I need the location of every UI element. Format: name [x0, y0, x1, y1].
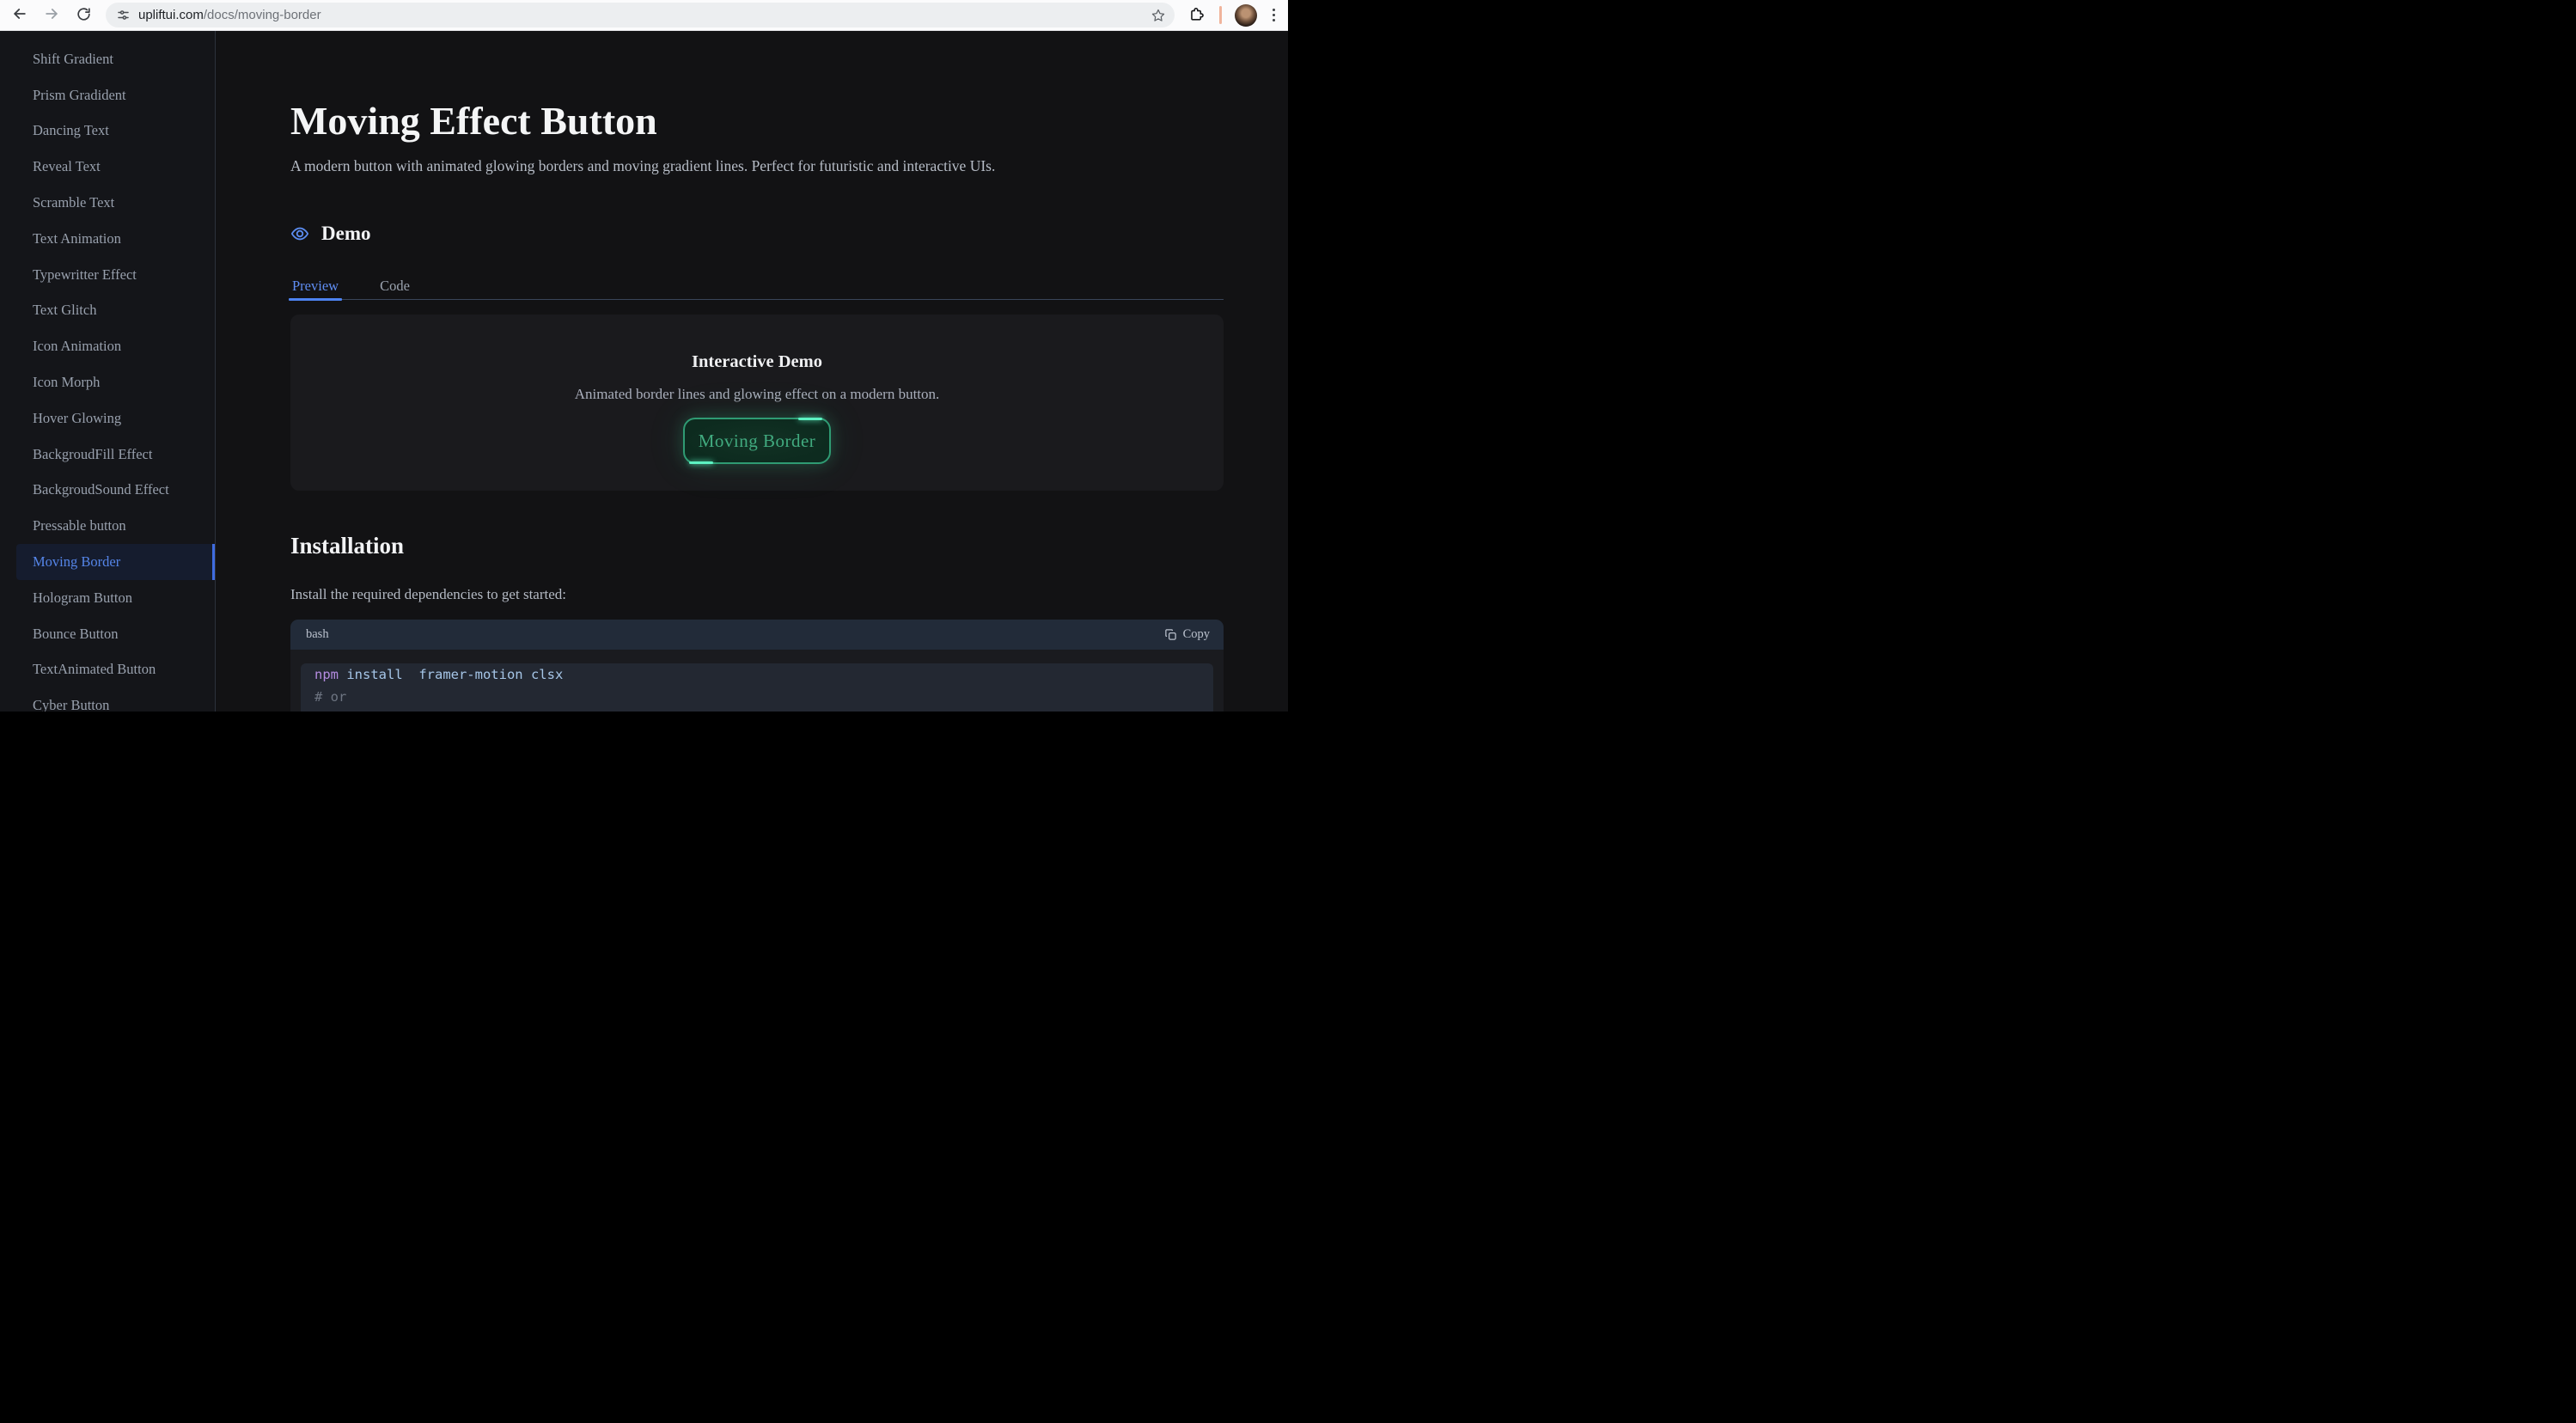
copy-button[interactable]: Copy — [1164, 627, 1210, 642]
page-subtitle: A modern button with animated glowing bo… — [290, 157, 1224, 175]
sidebar-item[interactable]: Bounce Button — [0, 616, 215, 652]
sidebar-item[interactable]: BackgroudSound Effect — [0, 473, 215, 509]
sidebar-item[interactable]: Text Glitch — [0, 293, 215, 329]
sidebar-item-label: Icon Animation — [33, 338, 121, 355]
back-button[interactable] — [10, 6, 29, 25]
browser-toolbar: upliftui.com/docs/moving-border — [0, 0, 1288, 31]
sidebar-item[interactable]: Moving Border — [16, 544, 215, 580]
back-icon — [11, 5, 28, 25]
sidebar-item[interactable]: Shift Gradient — [0, 41, 215, 77]
demo-preview-panel: Interactive Demo Animated border lines a… — [290, 315, 1224, 491]
installation-heading: Installation — [290, 533, 1224, 559]
sidebar-item-label: Hover Glowing — [33, 410, 121, 427]
reload-button[interactable] — [74, 6, 93, 25]
forward-icon — [43, 5, 60, 25]
extensions-button[interactable] — [1187, 6, 1206, 25]
sidebar-item-label: Cyber Button — [33, 697, 109, 712]
demo-panel-heading: Interactive Demo — [692, 352, 822, 372]
sidebar-item-label: Scramble Text — [33, 194, 114, 211]
sidebar-item-label: Text Animation — [33, 230, 121, 247]
code-token-rest: install framer-motion clsx — [339, 667, 563, 682]
sidebar: Shift Gradient Prism Gradident Dancing T… — [0, 31, 216, 712]
sidebar-item-label: Prism Gradident — [33, 87, 126, 104]
sidebar-item[interactable]: Cyber Button — [0, 687, 215, 712]
sidebar-item[interactable]: Icon Animation — [0, 328, 215, 364]
sidebar-item[interactable]: BackgroudFill Effect — [0, 437, 215, 473]
code-block-body: npm install framer-motion clsx # or pnpm… — [290, 650, 1224, 712]
sidebar-item[interactable]: Dancing Text — [0, 113, 215, 150]
sidebar-item[interactable]: Text Animation — [0, 221, 215, 257]
sidebar-item[interactable]: Typewritter Effect — [0, 257, 215, 293]
reload-icon — [76, 6, 92, 25]
sidebar-item-label: Dancing Text — [33, 122, 109, 139]
address-bar[interactable]: upliftui.com/docs/moving-border — [106, 3, 1175, 27]
url-host: upliftui.com — [138, 8, 204, 22]
installation-intro: Install the required dependencies to get… — [290, 586, 1224, 603]
code-token-lead: npm — [314, 667, 339, 682]
kebab-menu-icon — [1273, 9, 1276, 12]
install-code-block: bash Copy npm install framer-motion clsx — [290, 620, 1224, 712]
sidebar-item[interactable]: Hover Glowing — [0, 400, 215, 437]
sidebar-item-label: TextAnimated Button — [33, 661, 156, 678]
demo-tabs: Preview Code — [290, 273, 1224, 300]
sidebar-item-label: Text Glitch — [33, 302, 96, 319]
demo-panel-description: Animated border lines and glowing effect… — [575, 386, 940, 403]
profile-theme-divider — [1219, 6, 1222, 24]
tab-preview[interactable]: Preview — [290, 273, 340, 299]
moving-border-button[interactable]: Moving Border — [683, 418, 831, 464]
moving-border-segment-top — [798, 418, 822, 420]
sidebar-item[interactable]: Reveal Text — [0, 149, 215, 185]
main-content: Moving Effect Button A modern button wit… — [216, 31, 1288, 712]
sidebar-item[interactable]: Icon Morph — [0, 364, 215, 400]
eye-icon — [290, 224, 309, 243]
code-pre[interactable]: npm install framer-motion clsx # or pnpm… — [301, 663, 1213, 712]
extensions-puzzle-icon — [1188, 6, 1205, 25]
url-text: upliftui.com/docs/moving-border — [138, 8, 1143, 22]
sidebar-item-label: BackgroudFill Effect — [33, 446, 152, 463]
browser-window: upliftui.com/docs/moving-border Sh — [0, 0, 1288, 712]
forward-button[interactable] — [42, 6, 61, 25]
sidebar-item-label: BackgroudSound Effect — [33, 481, 169, 498]
moving-border-button-label: Moving Border — [699, 431, 816, 451]
url-path: /docs/moving-border — [204, 8, 321, 22]
copy-icon — [1164, 628, 1177, 641]
code-line: # or — [314, 686, 1199, 708]
code-line: pnpm add framer-motion clsx — [314, 708, 1199, 712]
browser-menu-button[interactable] — [1270, 6, 1279, 25]
sidebar-item-label: Shift Gradient — [33, 51, 113, 68]
page-title: Moving Effect Button — [290, 98, 1224, 144]
code-block-header: bash Copy — [290, 620, 1224, 650]
sidebar-item[interactable]: Prism Gradident — [0, 77, 215, 113]
sidebar-item-label: Hologram Button — [33, 589, 132, 607]
sidebar-item[interactable]: TextAnimated Button — [0, 652, 215, 688]
moving-border-segment-bottom — [689, 461, 713, 464]
code-line: npm install framer-motion clsx — [314, 663, 1199, 686]
sidebar-item-label: Pressable button — [33, 517, 126, 534]
sidebar-item-label: Moving Border — [33, 553, 120, 571]
profile-avatar[interactable] — [1235, 4, 1257, 27]
tab-code[interactable]: Code — [378, 273, 412, 299]
code-language-label: bash — [306, 627, 329, 642]
sidebar-item-label: Bounce Button — [33, 626, 118, 643]
demo-heading-text: Demo — [321, 223, 370, 245]
demo-section-heading: Demo — [290, 223, 1224, 245]
sidebar-item[interactable]: Scramble Text — [0, 185, 215, 221]
bookmark-star-button[interactable] — [1151, 8, 1166, 23]
sidebar-item[interactable]: Hologram Button — [0, 580, 215, 616]
sidebar-item-label: Typewritter Effect — [33, 266, 137, 284]
code-token-lead: # or — [314, 689, 346, 705]
sidebar-item[interactable]: Pressable button — [0, 508, 215, 544]
toolbar-right — [1187, 4, 1279, 27]
copy-button-label: Copy — [1183, 627, 1210, 642]
page-body: Shift Gradient Prism Gradident Dancing T… — [0, 31, 1288, 712]
tune-icon — [116, 8, 131, 22]
sidebar-item-label: Reveal Text — [33, 158, 101, 175]
sidebar-item-label: Icon Morph — [33, 374, 100, 391]
